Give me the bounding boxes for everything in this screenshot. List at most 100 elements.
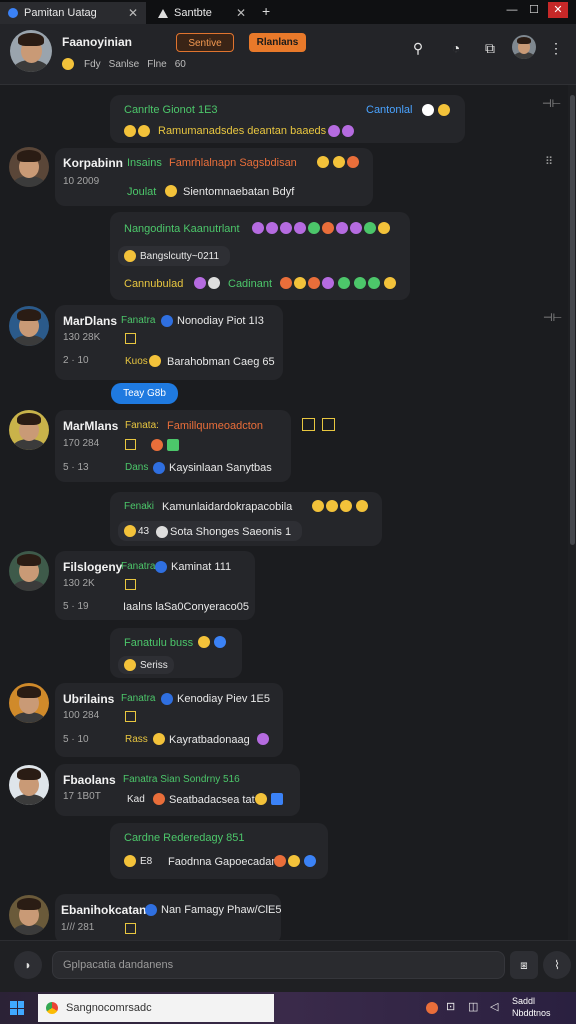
tab-active[interactable]: Pamitan Uatag ✕ — [0, 2, 146, 24]
emoji-icon — [208, 277, 220, 289]
message-bubble[interactable]: Korpabinn Insains Famrhlalnapn Sagsbdisa… — [55, 148, 373, 206]
avatar[interactable] — [9, 147, 49, 187]
message-text: Sientomnaebatan Bdyf — [183, 186, 295, 198]
message-text: Kuos — [125, 356, 148, 367]
reaction-count[interactable]: 2 · 10 — [63, 355, 89, 366]
tab-label: Pamitan Uatag — [24, 7, 97, 19]
avatar[interactable] — [9, 765, 49, 805]
avatar[interactable] — [9, 306, 49, 346]
triangle-icon — [158, 8, 168, 18]
emoji-icon — [151, 439, 163, 451]
user-avatar[interactable] — [512, 35, 536, 59]
message-bubble[interactable]: Ebanihokcatan Nan Famagy Phaw/ClE5 1/// … — [55, 894, 281, 940]
message-text: Cardne Rederedagy 851 — [124, 832, 245, 844]
message-list[interactable]: ⊣⊢ Canrlte Gionot 1E3 Cantonlal Ramumana… — [0, 85, 568, 940]
tray-volume-icon[interactable]: ◁ — [490, 1000, 498, 1013]
message-text: Seatbadacsea tat — [169, 794, 255, 806]
subtitle-item: Fdy — [84, 58, 101, 70]
message-bubble[interactable]: Cardne Rederedagy 851 E8 Faodnna Gapoeca… — [110, 823, 328, 879]
avatar[interactable] — [9, 551, 49, 591]
reaction-count: E8 — [140, 856, 153, 867]
emoji-picker-icon[interactable]: ⌇ — [543, 951, 571, 979]
more-vertical-icon[interactable]: ⋮ — [548, 40, 564, 56]
checkbox-icon[interactable] — [125, 333, 136, 344]
avatar[interactable] — [9, 683, 49, 723]
emoji-icon — [340, 500, 352, 512]
author-name[interactable]: Filslogeny — [63, 560, 122, 574]
status-pill[interactable]: Sentive — [176, 33, 234, 52]
more-options-icon[interactable]: ⠿ — [545, 155, 553, 168]
author-name[interactable]: MarMlans — [63, 419, 118, 433]
message-bubble[interactable]: Fbaolans Fanatra Sian Sondrny 516 17 1B0… — [55, 764, 300, 816]
chat-bubble-icon[interactable]: ◔ — [448, 40, 464, 56]
emoji-icon — [378, 222, 390, 234]
screen-share-icon[interactable]: ⧉ — [482, 40, 498, 56]
taskbar-search[interactable]: Sangnocomrsadc — [38, 994, 274, 1022]
author-name[interactable]: Korpabinn — [63, 156, 123, 170]
message-bubble[interactable]: Nangodinta Kaanutrlant Bangslcutty~0211 … — [110, 212, 410, 300]
message-text: Nonodiay Piot 1I3 — [177, 315, 264, 327]
message-bubble[interactable]: Filslogeny Fanatra Kaminat 111 130 2K 5 … — [55, 551, 255, 620]
taskbar-clock[interactable]: Saddl Nbddtnos — [512, 995, 551, 1019]
emoji-icon — [326, 500, 338, 512]
chart-icon — [271, 793, 283, 805]
tray-chat-icon[interactable]: ⊡ — [446, 1000, 455, 1013]
message-bubble[interactable]: Ubrilains Fanatra Kenodiay Piev 1E5 100 … — [55, 683, 283, 757]
emoji-icon — [308, 222, 320, 234]
avatar[interactable] — [9, 895, 49, 935]
maximize-button[interactable]: ☐ — [524, 2, 544, 18]
tray-network-icon[interactable]: ◫ — [468, 1000, 478, 1013]
action-pill-button[interactable]: Rlanlans — [249, 33, 306, 52]
pin-icon[interactable]: ⊣⊢ — [543, 311, 562, 324]
pin-icon[interactable]: ⊣⊢ — [542, 97, 561, 110]
scrollbar-thumb[interactable] — [570, 95, 575, 545]
emoji-icon — [356, 500, 368, 512]
checkbox-icon[interactable] — [322, 418, 335, 431]
close-window-button[interactable]: ✕ — [548, 2, 568, 18]
search-icon[interactable]: ⚲ — [410, 40, 426, 56]
author-name[interactable]: Ubrilains — [63, 692, 114, 706]
emoji-icon — [149, 355, 161, 367]
message-text: Fanatra — [121, 315, 156, 326]
author-name[interactable]: Fbaolans — [63, 773, 116, 787]
message-bubble[interactable]: MarMlans Fanata: Famillqumeoadcton 170 2… — [55, 410, 291, 482]
message-bubble[interactable]: MarDlans Fanatra Nonodiay Piot 1I3 130 2… — [55, 305, 283, 380]
avatar[interactable] — [9, 410, 49, 450]
jump-to-button[interactable]: Teay G8b — [111, 383, 178, 404]
message-bubble[interactable]: Canrlte Gionot 1E3 Cantonlal Ramumanadsd… — [110, 95, 465, 143]
reaction-count[interactable]: 5 · 10 — [63, 734, 89, 745]
subtitle-item: 60 — [174, 58, 186, 70]
clock-date: Nbddtnos — [512, 1008, 551, 1018]
emoji-icon — [438, 104, 450, 116]
close-tab-icon[interactable]: ✕ — [128, 6, 138, 20]
minimize-button[interactable]: — — [502, 2, 522, 18]
reaction-count[interactable]: 5 · 13 — [63, 462, 89, 473]
tray-icon[interactable] — [426, 1002, 438, 1014]
message-input[interactable]: Gplpacatia dandanens — [52, 951, 505, 979]
author-name[interactable]: Ebanihokcatan — [61, 903, 146, 917]
close-tab-icon[interactable]: ✕ — [236, 6, 246, 20]
checkbox-icon[interactable] — [125, 923, 136, 934]
reaction-count[interactable]: 5 · 19 — [63, 601, 89, 612]
message-text: Ramumanadsdes deantan baaeds — [158, 125, 327, 137]
verified-icon — [145, 904, 157, 916]
reaction-count: 43 — [138, 526, 150, 537]
checkbox-icon[interactable] — [125, 439, 136, 450]
composer: ◗ Gplpacatia dandanens ⧆ ⌇ — [0, 940, 576, 993]
checkbox-icon[interactable] — [302, 418, 315, 431]
emoji-icon — [198, 636, 210, 648]
message-bubble[interactable]: Fenaki Kamunlaidardokrapacobila 43 Sota … — [110, 492, 382, 546]
message-text: Fanatra — [121, 561, 156, 572]
attach-icon[interactable]: ◗ — [14, 951, 42, 979]
checkbox-icon[interactable] — [125, 579, 136, 590]
gif-icon[interactable]: ⧆ — [510, 951, 538, 979]
avatar[interactable] — [10, 30, 52, 72]
message-link[interactable]: Cantonlal — [366, 104, 412, 116]
checkbox-icon[interactable] — [125, 711, 136, 722]
tab-inactive[interactable]: Santbte ✕ — [150, 2, 254, 24]
new-tab-button[interactable]: + — [262, 3, 270, 19]
emoji-icon — [364, 222, 376, 234]
windows-start-icon[interactable] — [10, 1001, 24, 1015]
author-name[interactable]: MarDlans — [63, 314, 117, 328]
message-bubble[interactable]: Fanatulu buss Seriss — [110, 628, 242, 678]
